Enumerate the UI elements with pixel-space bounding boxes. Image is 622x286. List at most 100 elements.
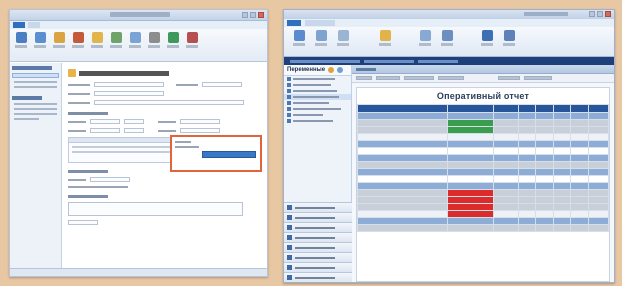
form-field[interactable]: [94, 91, 164, 96]
workspace: Переменные Оперативный отчет: [284, 65, 614, 282]
nav-pane-button[interactable]: [284, 222, 352, 232]
close-icon[interactable]: [605, 11, 611, 17]
user-icon: [481, 30, 493, 41]
nav-item[interactable]: [14, 113, 57, 115]
form-field[interactable]: [94, 100, 244, 105]
open-icon: [315, 30, 327, 41]
workflow-button[interactable]: [166, 32, 180, 58]
minimize-icon[interactable]: [589, 11, 595, 17]
report-param-field[interactable]: [438, 76, 464, 80]
selected-value[interactable]: [202, 151, 256, 158]
nav-item[interactable]: [284, 118, 351, 124]
report-button[interactable]: [185, 32, 199, 58]
field-label: [175, 146, 199, 148]
nav-item-selected[interactable]: [12, 73, 59, 78]
nav-pane-button[interactable]: [284, 232, 352, 242]
gear-icon: [503, 30, 515, 41]
table-row[interactable]: [356, 154, 610, 162]
nav-pane-button[interactable]: [284, 242, 352, 252]
table-row[interactable]: [356, 217, 610, 225]
delete-button[interactable]: [71, 32, 85, 58]
assign-button[interactable]: [90, 32, 104, 58]
table-row[interactable]: [356, 196, 610, 204]
breadcrumb[interactable]: [364, 59, 414, 63]
share-button[interactable]: [109, 32, 123, 58]
form-row: [68, 100, 261, 105]
table-row[interactable]: [356, 147, 610, 155]
table-button[interactable]: [440, 30, 454, 53]
maximize-icon[interactable]: [597, 11, 603, 17]
report-param-field[interactable]: [404, 76, 434, 80]
breadcrumb[interactable]: [418, 59, 458, 63]
table-row[interactable]: [356, 126, 610, 134]
report-param-field[interactable]: [376, 76, 400, 80]
tab-home[interactable]: [305, 20, 335, 26]
new-button[interactable]: [52, 32, 66, 58]
report-title: Оперативный отчет: [436, 91, 530, 101]
status-red-cell: [447, 189, 494, 197]
save-close-button[interactable]: [33, 32, 47, 58]
nav-item[interactable]: [14, 103, 57, 105]
save-button[interactable]: [14, 32, 28, 58]
form-field[interactable]: [90, 177, 130, 182]
export-button[interactable]: [336, 30, 350, 53]
table-row[interactable]: [356, 140, 610, 148]
table-row[interactable]: [356, 119, 610, 127]
nav-item[interactable]: [14, 86, 57, 88]
variables-navigation: Переменные: [284, 65, 352, 282]
form-field[interactable]: [124, 128, 144, 133]
section-header: [68, 170, 108, 173]
table-row[interactable]: [356, 224, 610, 232]
table-row[interactable]: [356, 112, 610, 120]
tab-file[interactable]: [13, 22, 25, 28]
status-green-cell: [447, 126, 494, 134]
table-row[interactable]: [356, 182, 610, 190]
nav-pane-button[interactable]: [284, 212, 352, 222]
nav-item[interactable]: [14, 108, 57, 110]
back-icon[interactable]: [328, 67, 335, 73]
maximize-icon[interactable]: [250, 12, 256, 18]
settings-button[interactable]: [502, 30, 516, 53]
chart-button[interactable]: [418, 30, 432, 53]
table-row[interactable]: [356, 210, 610, 218]
nav-item[interactable]: [14, 118, 39, 120]
form-field[interactable]: [202, 82, 242, 87]
form-field[interactable]: [180, 119, 220, 124]
nav-pane-button[interactable]: [284, 252, 352, 262]
report-param-field[interactable]: [356, 76, 372, 80]
table-row[interactable]: [356, 168, 610, 176]
close-icon[interactable]: [258, 12, 264, 18]
email-button[interactable]: [128, 32, 142, 58]
form-field[interactable]: [90, 128, 120, 133]
forward-icon[interactable]: [337, 67, 344, 73]
report-param-field[interactable]: [498, 76, 520, 80]
nav-pane-button[interactable]: [284, 262, 352, 272]
table-row[interactable]: [356, 189, 610, 197]
report-area: Оперативный отчет: [352, 65, 614, 282]
form-field[interactable]: [180, 128, 220, 133]
tab-file[interactable]: [287, 20, 301, 26]
filter-button[interactable]: [378, 30, 392, 53]
form-field[interactable]: [68, 220, 98, 225]
table-row[interactable]: [356, 203, 610, 211]
form-navigation: [10, 63, 62, 276]
tab-home[interactable]: [28, 22, 40, 28]
form-field[interactable]: [94, 82, 164, 87]
form-field[interactable]: [90, 119, 120, 124]
report-param-field[interactable]: [524, 76, 552, 80]
nav-pane-button[interactable]: [284, 202, 352, 212]
print-button[interactable]: [147, 32, 161, 58]
table-row[interactable]: [356, 175, 610, 183]
open-button[interactable]: [314, 30, 328, 53]
form-field[interactable]: [124, 119, 144, 124]
nav-item[interactable]: [14, 81, 57, 83]
table-row[interactable]: [356, 161, 610, 169]
minimize-icon[interactable]: [242, 12, 248, 18]
user-button[interactable]: [480, 30, 494, 53]
breadcrumb[interactable]: [290, 59, 360, 63]
nav-pane-button[interactable]: [284, 272, 352, 282]
window-controls: [589, 11, 611, 17]
description-field[interactable]: [68, 202, 243, 216]
refresh-button[interactable]: [292, 30, 306, 53]
table-row[interactable]: [356, 133, 610, 141]
